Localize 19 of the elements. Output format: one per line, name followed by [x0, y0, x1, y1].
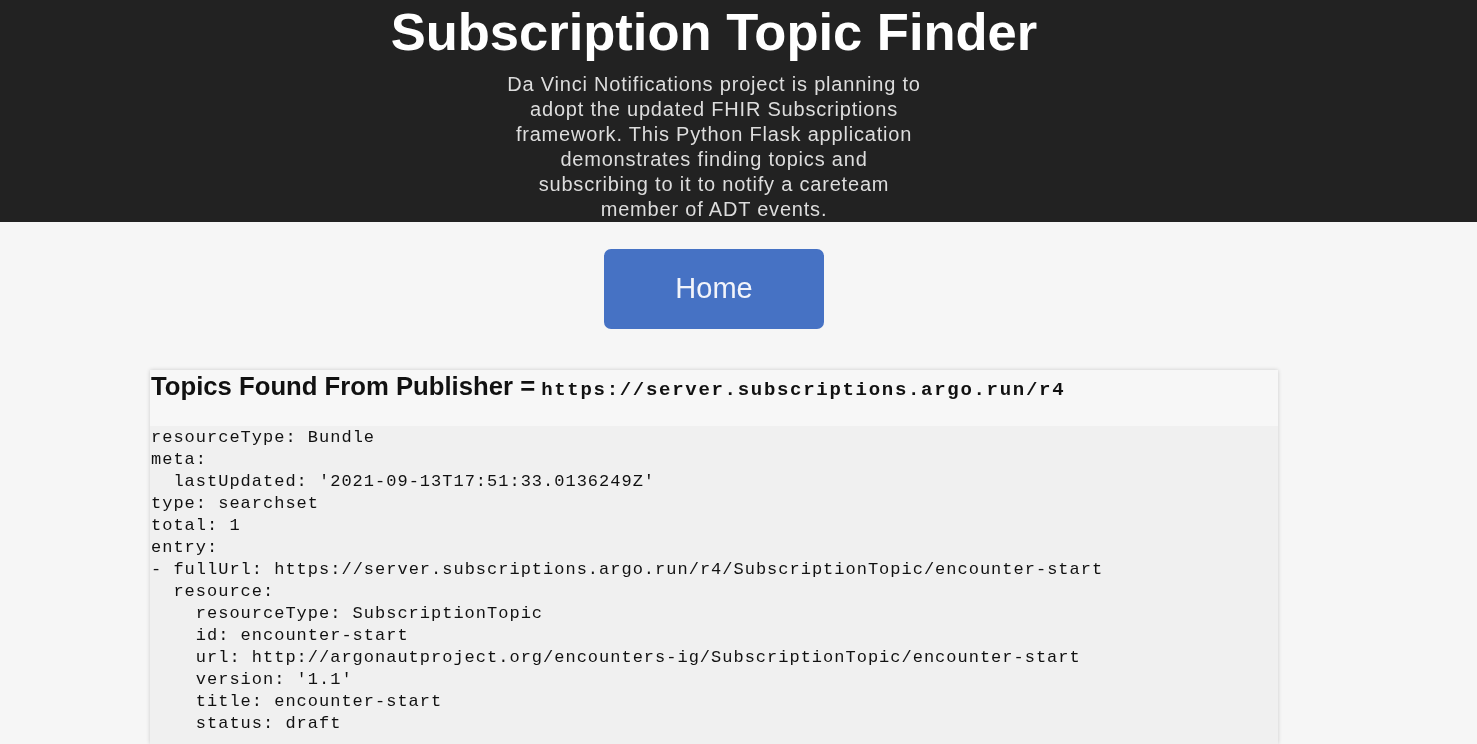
code-line: lastUpdated: '2021-09-13T17:51:33.0136249Z'	[173, 471, 656, 493]
code-line: entry:	[151, 537, 219, 559]
publisher-url: https://server.subscriptions.argo.run/r4	[541, 379, 1066, 401]
code-line: id: encounter-start	[195, 625, 409, 647]
code-line: status: draft	[195, 713, 342, 735]
code-line: version: '1.1'	[195, 669, 353, 691]
results-heading: Topics Found From Publisher =	[151, 372, 536, 400]
code-line: resource:	[173, 581, 275, 603]
code-line: meta:	[151, 449, 207, 471]
code-line: url: http://argonautproject.org/encounters-ig/SubscriptionTopic/encounter-start	[195, 647, 1081, 669]
code-line: - fullUrl: https://server.subscriptions.argo.run/r4/SubscriptionTopic/encounter-start	[151, 559, 1104, 581]
intro-paragraph: Da Vinci Notifications project is planning to adopt the updated FHIR Subscriptions framework. This Python Flask application demonstrates finding topics and subscribing to it to notify a careteam member of ADT events.	[506, 72, 922, 222]
page-title: Subscription Topic Finder	[390, 1, 1038, 63]
code-line: resourceType: SubscriptionTopic	[195, 603, 544, 625]
code-line: type: searchset	[151, 493, 320, 515]
home-button[interactable]: Home	[604, 249, 824, 329]
code-line: total: 1	[151, 515, 241, 537]
code-line: resourceType: Bundle	[151, 427, 376, 449]
code-line: title: encounter-start	[195, 691, 443, 713]
